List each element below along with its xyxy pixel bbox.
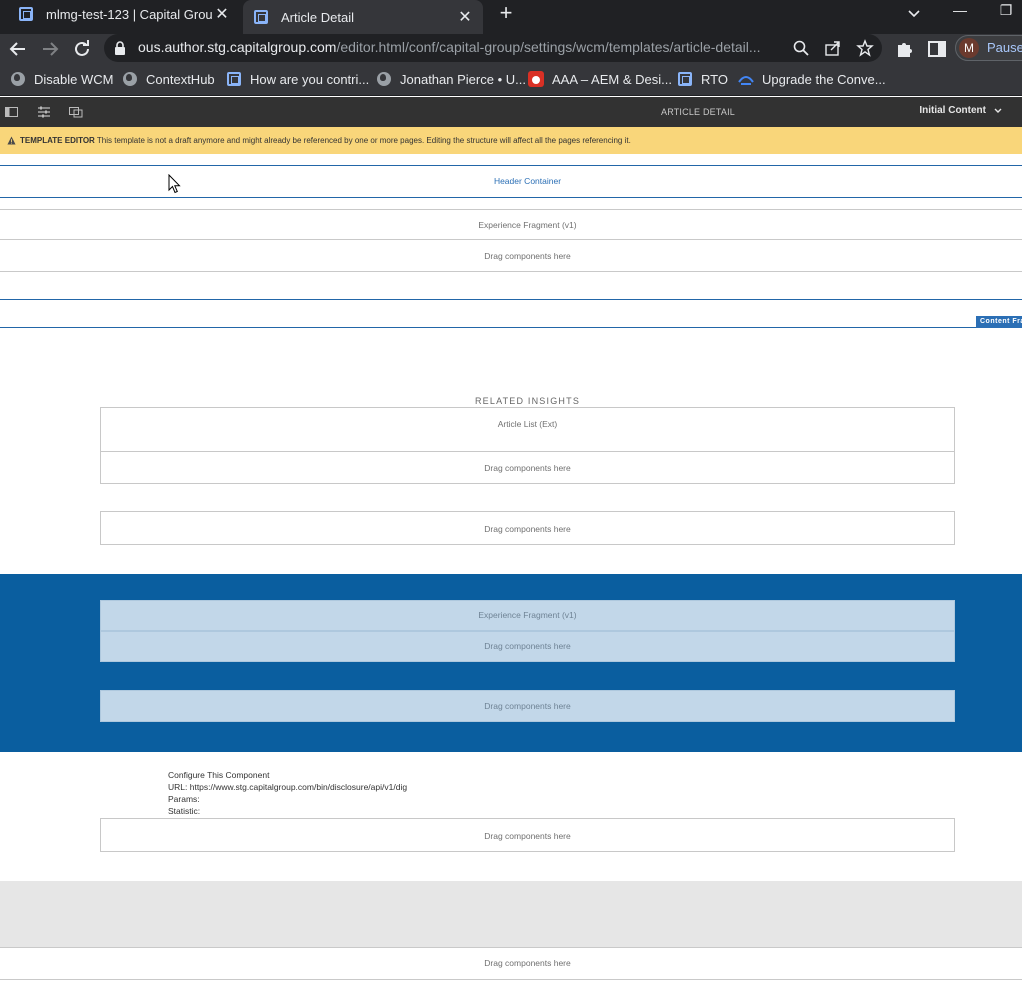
banner-message: This template is not a draft anymore and… bbox=[96, 136, 631, 145]
drag-components-label: Drag components here bbox=[484, 701, 571, 711]
drag-components-label: Drag components here bbox=[484, 463, 571, 473]
divider bbox=[0, 271, 1022, 272]
divider bbox=[0, 209, 1022, 210]
bookmark-jonathan-pierce[interactable]: Jonathan Pierce • U... bbox=[376, 70, 526, 88]
minimize-button[interactable]: — bbox=[940, 0, 980, 24]
profile-button[interactable]: M Paused bbox=[955, 35, 1022, 61]
bookmark-label: ContextHub bbox=[146, 71, 215, 87]
warning-icon bbox=[7, 136, 16, 145]
forward-arrow-icon[interactable] bbox=[38, 37, 62, 61]
url-text[interactable]: ous.author.stg.capitalgroup.com/editor.h… bbox=[138, 39, 778, 55]
drag-components-placeholder[interactable]: Drag components here bbox=[100, 451, 955, 484]
reload-icon[interactable] bbox=[70, 37, 94, 61]
new-tab-button[interactable]: + bbox=[494, 2, 518, 26]
bookmark-aaa-aem[interactable]: AAA – AEM & Desi... bbox=[528, 70, 672, 88]
banner-text: TEMPLATE EDITOR This template is not a d… bbox=[20, 136, 631, 145]
tab-search-chevron-icon[interactable] bbox=[905, 4, 923, 22]
globe-icon bbox=[10, 71, 26, 87]
experience-fragment-label: Experience Fragment (v1) bbox=[478, 610, 577, 620]
divider bbox=[0, 979, 1022, 980]
bookmark-label: Disable WCM bbox=[34, 71, 114, 87]
article-list-label: Article List (Ext) bbox=[497, 419, 558, 429]
divider bbox=[0, 947, 1022, 948]
bookmark-star-icon[interactable] bbox=[856, 39, 874, 57]
aem-editor-bar: ARTICLE DETAIL Initial Content bbox=[0, 97, 1022, 127]
share-icon[interactable] bbox=[824, 39, 842, 57]
browser-tab-strip: mlmg-test-123 | Capital Group ✕ Article … bbox=[0, 0, 1022, 34]
template-warning-banner: TEMPLATE EDITOR This template is not a d… bbox=[0, 127, 1022, 154]
content-fragment-tag[interactable]: Content Frag bbox=[976, 316, 1022, 328]
tab-title: mlmg-test-123 | Capital Group bbox=[46, 6, 212, 22]
grey-section bbox=[0, 881, 1022, 947]
globe-icon bbox=[376, 71, 392, 87]
bookmark-label: Upgrade the Conve... bbox=[762, 71, 886, 87]
bookmark-how-are-you[interactable]: How are you contri... bbox=[226, 70, 369, 88]
back-arrow-icon[interactable] bbox=[6, 37, 30, 61]
drag-components-placeholder[interactable]: Drag components here bbox=[100, 818, 955, 852]
template-canvas: Header Container Experience Fragment (v1… bbox=[0, 154, 1022, 986]
address-bar[interactable]: ous.author.stg.capitalgroup.com/editor.h… bbox=[104, 34, 882, 62]
drag-components-label: Drag components here bbox=[484, 641, 571, 651]
experience-fragment-component[interactable]: Experience Fragment (v1) bbox=[0, 220, 1022, 230]
content-fragment-bottom-border bbox=[0, 327, 1022, 328]
mode-label: Initial Content bbox=[919, 105, 986, 116]
link-icon bbox=[738, 71, 754, 87]
bookmark-label: How are you contri... bbox=[250, 71, 370, 87]
browser-toolbar: ous.author.stg.capitalgroup.com/editor.h… bbox=[0, 34, 1022, 62]
mouse-cursor-icon bbox=[168, 174, 181, 194]
header-container-bottom-border bbox=[0, 197, 1022, 198]
lock-icon[interactable] bbox=[114, 41, 126, 55]
divider bbox=[0, 239, 1022, 240]
zoom-icon[interactable] bbox=[792, 39, 810, 57]
bookmark-label: RTO bbox=[701, 71, 728, 87]
related-insights-heading: RELATED INSIGHTS bbox=[474, 396, 581, 406]
side-panel-icon[interactable] bbox=[925, 37, 949, 61]
drag-components-placeholder[interactable]: Drag components here bbox=[0, 958, 1022, 968]
configure-params: Params: bbox=[168, 794, 200, 804]
page-icon bbox=[677, 71, 693, 87]
profile-status: Paused bbox=[987, 40, 1022, 55]
tab-close-icon[interactable]: ✕ bbox=[212, 4, 232, 24]
mode-selector[interactable]: Initial Content bbox=[919, 105, 1002, 116]
drag-components-placeholder[interactable]: Drag components here bbox=[100, 631, 955, 662]
bookmark-label: Jonathan Pierce • U... bbox=[400, 71, 526, 87]
bookmark-rto[interactable]: RTO bbox=[677, 70, 728, 88]
aem-favicon-icon bbox=[253, 9, 269, 25]
configure-statistic: Statistic: bbox=[168, 806, 201, 816]
drag-components-placeholder[interactable]: Drag components here bbox=[0, 251, 1022, 261]
page-title: ARTICLE DETAIL bbox=[661, 107, 735, 117]
url-path: /editor.html/conf/capital-group/settings… bbox=[336, 39, 761, 55]
tab-close-icon[interactable]: ✕ bbox=[455, 7, 475, 27]
bookmark-contexthub[interactable]: ContextHub bbox=[122, 70, 215, 88]
page-icon bbox=[226, 71, 242, 87]
article-list-component[interactable]: Article List (Ext) bbox=[100, 407, 955, 452]
tab-mlmg-test[interactable]: mlmg-test-123 | Capital Group ✕ bbox=[8, 0, 240, 28]
banner-label: TEMPLATE EDITOR bbox=[20, 136, 95, 145]
tab-article-detail[interactable]: Article Detail ✕ bbox=[243, 0, 483, 34]
configure-url: URL: https://www.stg.capitalgroup.com/bi… bbox=[168, 782, 408, 792]
drag-components-label: Drag components here bbox=[484, 831, 571, 841]
extensions-puzzle-icon[interactable] bbox=[893, 37, 917, 61]
drag-components-placeholder[interactable]: Drag components here bbox=[100, 690, 955, 722]
drag-components-placeholder[interactable]: Drag components here bbox=[100, 511, 955, 545]
bookmark-label: AAA – AEM & Desi... bbox=[552, 71, 672, 87]
chevron-down-icon bbox=[994, 108, 1002, 113]
drag-components-label: Drag components here bbox=[484, 524, 571, 534]
restore-button[interactable]: ❐ bbox=[986, 0, 1022, 24]
bookmark-upgrade[interactable]: Upgrade the Conve... bbox=[738, 70, 886, 88]
configure-title: Configure This Component bbox=[168, 770, 270, 780]
avatar: M bbox=[959, 38, 979, 58]
bookmarks-bar: Disable WCM ContextHub How are you contr… bbox=[0, 62, 1022, 96]
bookmark-disable-wcm[interactable]: Disable WCM bbox=[10, 70, 113, 88]
url-host: ous.author.stg.capitalgroup.com bbox=[138, 39, 337, 55]
aem-favicon-icon bbox=[18, 6, 34, 22]
content-fragment-top-border bbox=[0, 299, 1022, 300]
header-container[interactable]: Header Container bbox=[0, 176, 1022, 186]
red-app-icon bbox=[528, 71, 544, 87]
tab-title: Article Detail bbox=[281, 9, 354, 25]
experience-fragment-component[interactable]: Experience Fragment (v1) bbox=[100, 600, 955, 631]
header-container-top-border bbox=[0, 165, 1022, 166]
globe-icon bbox=[122, 71, 138, 87]
